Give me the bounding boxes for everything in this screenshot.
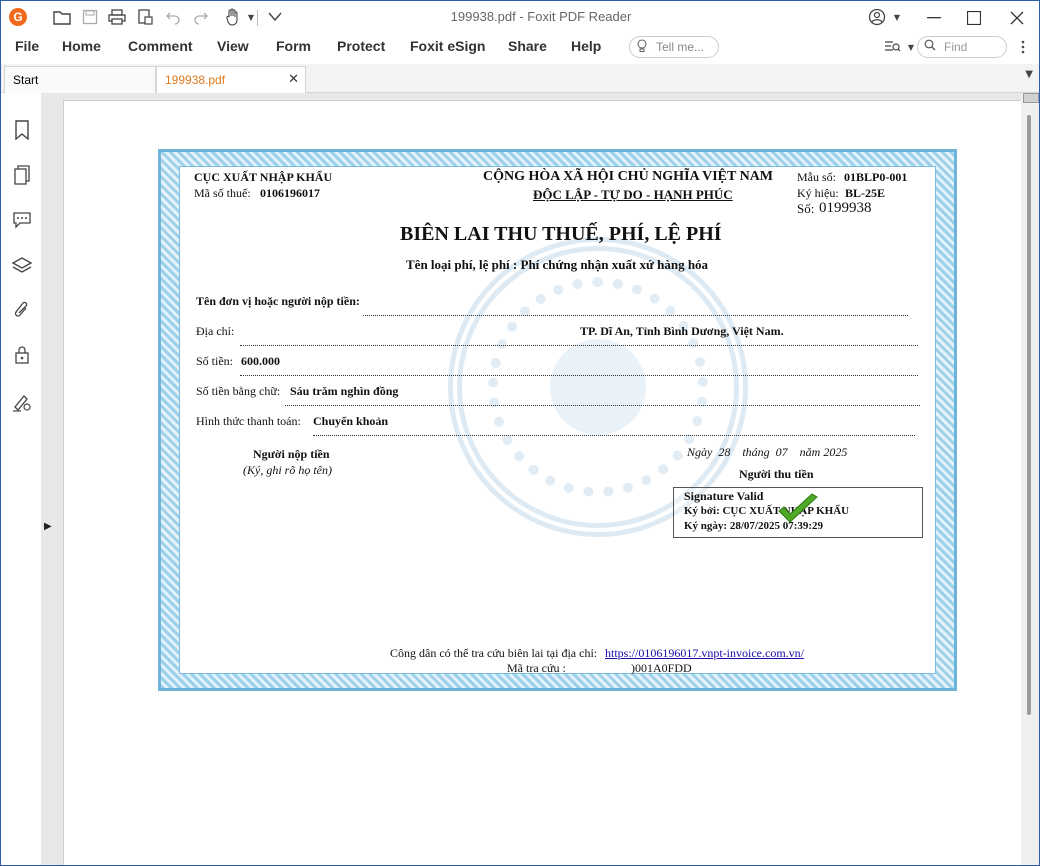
receipt-title: BIÊN LAI THU THUẾ, PHÍ, LỆ PHÍ (400, 223, 722, 245)
tax-code: 0106196017 (260, 186, 320, 200)
close-window-button[interactable] (994, 1, 1039, 34)
payer-dotted-line (363, 315, 908, 316)
tax-code-label: Mã số thuế: (194, 186, 251, 200)
signature-valid-checkmark-icon (776, 493, 820, 531)
account-dropdown-icon[interactable]: ▼ (887, 7, 907, 27)
signature-panel-icon[interactable] (11, 391, 33, 413)
tab-list-dropdown-icon[interactable]: ▼ (1025, 69, 1033, 80)
find-placeholder: Find (944, 40, 968, 54)
menu-bar: File Home Comment View Form Protect Foxi… (1, 34, 1039, 62)
signature-valid-text: Signature Valid (684, 489, 764, 503)
scroll-thumb[interactable] (1027, 115, 1031, 715)
address-value: TP. Dĩ An, Tỉnh Bình Dương, Việt Nam. (580, 324, 784, 338)
republic-header: CỘNG HÒA XÃ HỘI CHỦ NGHĨA VIỆT NAM (483, 169, 774, 184)
menu-foxit-esign[interactable]: Foxit eSign (410, 38, 485, 54)
lookup-url-link[interactable]: https://0106196017.vnpt-invoice.com.vn/ (605, 646, 804, 661)
find-box[interactable]: Find (917, 36, 1007, 58)
receipt-number: 0199938 (819, 200, 872, 216)
pages-icon[interactable] (11, 164, 33, 186)
lightbulb-icon (636, 39, 648, 56)
tab-document-label: 199938.pdf (165, 73, 226, 87)
payer-signature-note: (Ký, ghi rõ họ tên) (243, 463, 332, 477)
hand-tool-icon[interactable] (223, 7, 243, 27)
signed-by-text: Ký bởi: CỤC XUẤT NHẬP KHẨU (684, 505, 850, 517)
amount-words: Sáu trăm nghìn đồng (290, 384, 399, 398)
symbol-label: Ký hiệu: (797, 186, 839, 200)
fee-type: Tên loại phí, lệ phí : Phí chứng nhận xu… (406, 257, 709, 272)
hand-dropdown-icon[interactable]: ▼ (241, 7, 261, 27)
menu-view[interactable]: View (217, 38, 249, 54)
payer-label: Tên đơn vị hoặc người nộp tiền: (196, 294, 360, 308)
form-no: 01BLP0-001 (844, 170, 908, 184)
layers-icon[interactable] (11, 254, 33, 276)
number-label: Số: (797, 201, 815, 216)
properties-icon[interactable] (135, 7, 155, 27)
date-line: Ngày 28 tháng 07 năm 2025 (687, 445, 848, 459)
watermark-seal-center (550, 339, 646, 435)
menu-protect[interactable]: Protect (337, 38, 385, 54)
scroll-up-button[interactable] (1023, 93, 1039, 103)
panel-gutter (41, 93, 55, 865)
print-icon[interactable] (107, 7, 127, 27)
amount-value: 600.000 (241, 354, 280, 368)
tab-start-label: Start (13, 73, 39, 87)
menu-home[interactable]: Home (62, 38, 101, 54)
menu-file[interactable]: File (15, 38, 39, 54)
search-options-icon[interactable] (883, 37, 903, 57)
security-icon[interactable] (11, 344, 33, 366)
tell-me-placeholder: Tell me... (656, 40, 705, 54)
tell-me-box[interactable]: Tell me... (629, 36, 719, 58)
tab-start[interactable]: Start (4, 66, 156, 93)
title-bar: G ▼ 199938.pdf - Foxit PDF Reader ▼ (1, 1, 1039, 34)
motto: ĐỘC LẬP - TỰ DO - HẠNH PHÚC (533, 187, 733, 202)
tab-document[interactable]: 199938.pdf ✕ (156, 66, 306, 93)
toolbar-divider (257, 10, 258, 26)
vertical-scrollbar[interactable] (1021, 93, 1039, 865)
menu-help[interactable]: Help (571, 38, 601, 54)
comments-icon[interactable] (11, 209, 33, 231)
foxit-logo-icon[interactable]: G (9, 8, 27, 26)
payment-method-label: Hình thức thanh toán: (196, 414, 301, 428)
undo-icon[interactable] (163, 7, 183, 27)
bookmark-icon[interactable] (11, 119, 33, 141)
payment-method: Chuyển khoản (313, 414, 389, 428)
tab-bar: Start 199938.pdf ✕ ▼ (1, 64, 1039, 93)
agency-name: CỤC XUẤT NHẬP KHẨU (194, 170, 333, 184)
receipt-border: CỤC XUẤT NHẬP KHẨU Mã số thuế: 010619601… (158, 149, 957, 691)
app-window: G ▼ 199938.pdf - Foxit PDF Reader ▼ File… (0, 0, 1040, 866)
search-icon (924, 39, 936, 54)
menu-share[interactable]: Share (508, 38, 547, 54)
more-options-icon[interactable] (1013, 37, 1033, 57)
symbol: BL-25E (845, 186, 886, 200)
redo-icon[interactable] (191, 7, 211, 27)
payment-method-dotted-line (313, 435, 915, 436)
open-folder-icon[interactable] (52, 7, 72, 27)
lookup-code-label: Mã tra cứu : (507, 661, 566, 675)
amount-words-dotted-line (285, 405, 920, 406)
menu-form[interactable]: Form (276, 38, 311, 54)
menu-comment[interactable]: Comment (128, 38, 193, 54)
maximize-button[interactable] (951, 1, 997, 34)
navigation-panel (1, 93, 42, 865)
address-dotted-line (240, 345, 918, 346)
address-label: Địa chỉ: (196, 324, 235, 338)
window-title: 199938.pdf - Foxit PDF Reader (450, 9, 632, 24)
close-tab-icon[interactable]: ✕ (288, 71, 299, 87)
amount-words-label: Số tiền bằng chữ: (196, 384, 281, 398)
payer-signature-label: Người nộp tiền (253, 447, 330, 461)
customize-toolbar-icon[interactable] (265, 7, 285, 27)
expand-panel-icon[interactable]: ▶ (44, 521, 52, 532)
receipt-body: CỤC XUẤT NHẬP KHẨU Mã số thuế: 010619601… (179, 166, 936, 675)
save-icon[interactable] (80, 7, 100, 27)
amount-dotted-line (240, 375, 918, 376)
collector-label: Người thu tiền (739, 467, 814, 481)
attachments-icon[interactable] (11, 299, 33, 321)
lookup-code: )001A0FDD (631, 661, 692, 675)
form-no-label: Mẫu số: (797, 170, 836, 184)
lookup-text: Công dân có thể tra cứu biên lai tại địa… (390, 646, 598, 660)
account-icon[interactable] (867, 7, 887, 27)
amount-label: Số tiền: (196, 354, 234, 368)
